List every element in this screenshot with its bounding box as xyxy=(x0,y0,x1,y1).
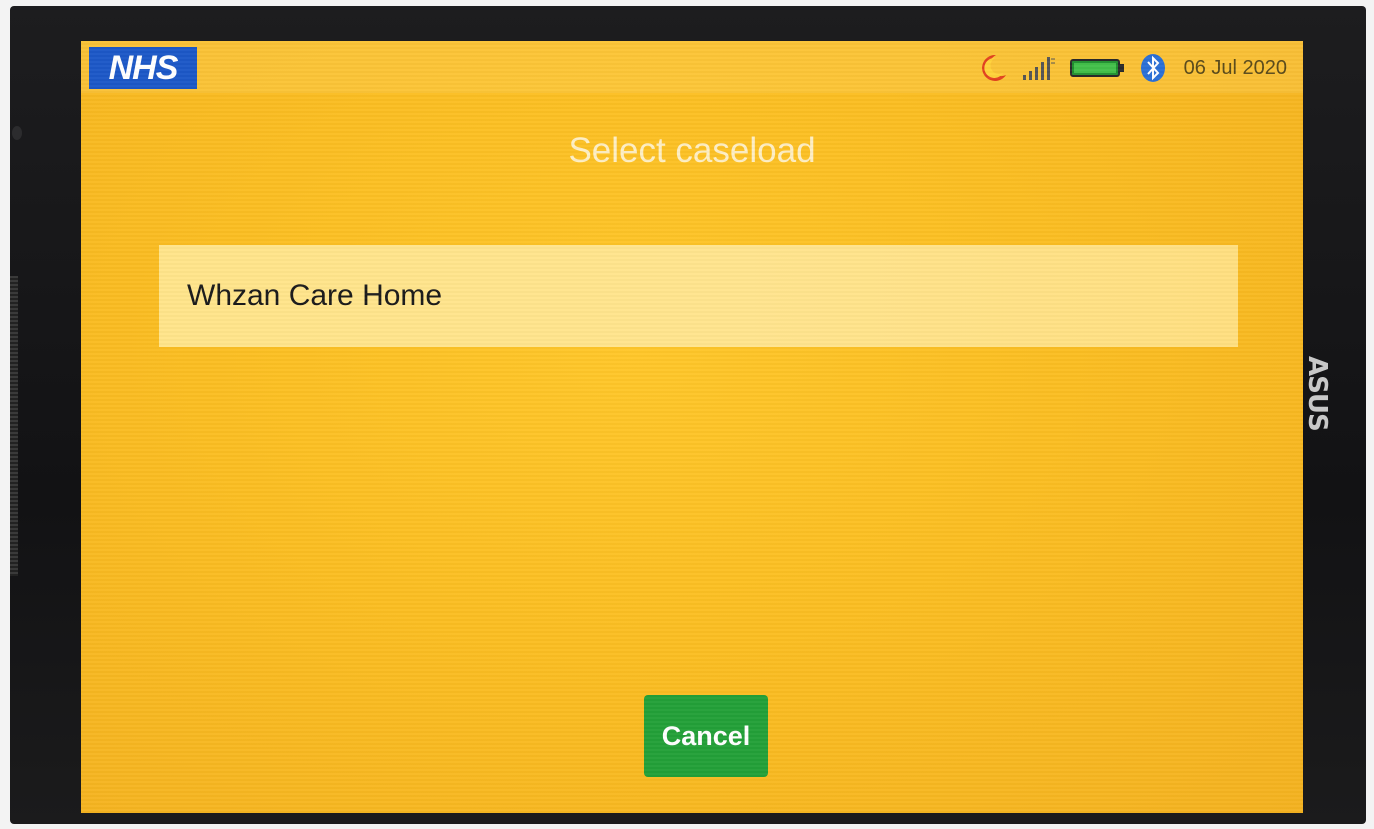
cancel-button[interactable]: Cancel xyxy=(644,695,768,777)
device-brand: ASUS xyxy=(1302,356,1332,431)
status-icons: 06 Jul 2020 xyxy=(980,51,1287,85)
app-screen: NHS 06 Jul 2020 Select caseload Whzan Ca… xyxy=(81,41,1303,813)
page-title: Select caseload xyxy=(568,131,816,170)
nhs-logo: NHS xyxy=(89,47,197,89)
caseload-label: Whzan Care Home xyxy=(187,279,443,312)
tablet-device: ASUS NHS 06 Jul 2020 Select caseload Whz… xyxy=(10,6,1366,824)
speaker-grille xyxy=(10,276,18,576)
caseload-item-whzan-care-home[interactable]: Whzan Care Home xyxy=(159,245,1238,347)
moon-icon xyxy=(980,53,1008,83)
status-date: 06 Jul 2020 xyxy=(1183,56,1287,79)
camera-dot xyxy=(12,126,22,140)
battery-icon xyxy=(1069,57,1126,79)
bluetooth-icon xyxy=(1140,53,1166,83)
status-bar: NHS 06 Jul 2020 xyxy=(81,41,1303,93)
signal-icon xyxy=(1022,55,1056,81)
